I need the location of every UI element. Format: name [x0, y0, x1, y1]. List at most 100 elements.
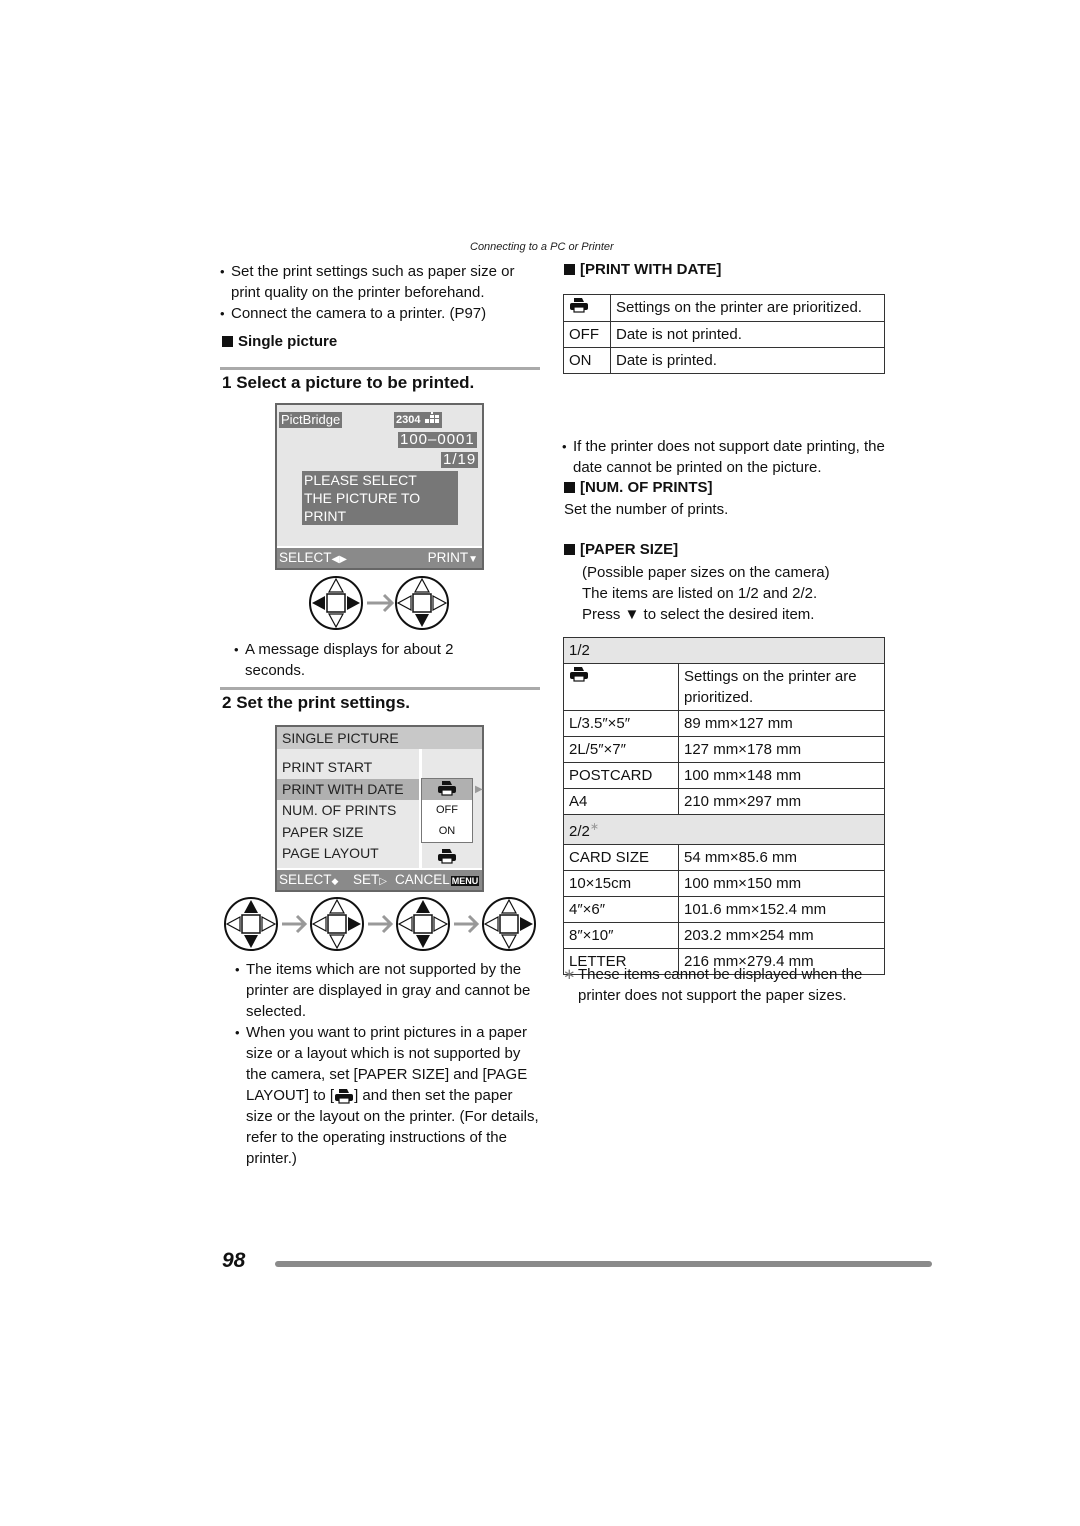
print-label: PRINT [427, 550, 469, 565]
select-label: SELECT [279, 872, 332, 887]
menu-item-page-layout[interactable]: PAGE LAYOUT [277, 843, 419, 865]
paper-size-description: (Possible paper sizes on the camera) The… [582, 562, 882, 625]
heading-text: [PRINT WITH DATE] [580, 261, 722, 278]
lcd-menu-list: PRINT START PRINT WITH DATE NUM. OF PRIN… [277, 757, 419, 865]
table-cell-key [563, 663, 679, 711]
up-down-arrows-icon: ◆ [331, 876, 339, 886]
pictbridge-label: PictBridge [279, 412, 343, 428]
menu-item-paper-size[interactable]: PAPER SIZE [277, 822, 419, 844]
image-size-icon [424, 412, 439, 423]
menu-button-badge: MENU [450, 876, 480, 886]
table-cell-value: Date is printed. [610, 347, 885, 374]
subhead-text: Single picture [238, 333, 338, 350]
divider [220, 687, 540, 690]
lcd-bottom-bar: SELECT◆ SET▷ CANCEL MENU [277, 868, 482, 890]
control-pad-down-icon [395, 576, 449, 630]
option-on[interactable]: ON [422, 821, 472, 842]
footer-rule [275, 1261, 932, 1267]
print-with-date-table: Settings on the printer are prioritized.… [563, 294, 885, 374]
table-page-row: 2/2∗ [563, 814, 885, 845]
asterisk-mark: ∗ [563, 966, 576, 983]
intro-bullets: Set the print settings such as paper siz… [220, 261, 540, 324]
subhead-single-picture: Single picture [222, 333, 337, 350]
square-bullet-icon [564, 482, 575, 493]
cancel-hint: CANCEL MENU [395, 870, 480, 891]
table-cell-value: Settings on the printer are prioritized. [610, 294, 885, 322]
table-cell-value: 210 mm×297 mm [678, 788, 885, 815]
print-with-date-note: If the printer does not support date pri… [562, 436, 893, 478]
table-row: 4″×6″ 101.6 mm×152.4 mm [563, 896, 885, 923]
heading-text: [PAPER SIZE] [580, 541, 679, 558]
step-text: Select a picture to be printed. [236, 373, 475, 392]
table-row: 10×15cm 100 mm×150 mm [563, 870, 885, 897]
option-dropdown: OFF ON [421, 778, 473, 843]
asterisk-mark: ∗ [589, 821, 600, 833]
resolution-badge: 2304 [394, 412, 442, 428]
step-text: Set the print settings. [236, 693, 410, 712]
right-arrow-icon: ▷ [379, 876, 387, 887]
num-of-prints-text: Set the number of prints. [564, 501, 729, 518]
message-line: PLEASE SELECT [304, 472, 417, 488]
table-cell-value: 100 mm×148 mm [678, 762, 885, 789]
square-bullet-icon [564, 544, 575, 555]
menu-item-print-with-date[interactable]: PRINT WITH DATE [277, 778, 419, 800]
table-row: Settings on the printer are prioritized. [563, 663, 885, 711]
table-row: A4 210 mm×297 mm [563, 788, 885, 815]
picture-counter: 1/19 [441, 451, 479, 468]
page-label: 2/2∗ [563, 814, 885, 845]
bullet-item: Set the print settings such as paper siz… [220, 261, 540, 303]
lcd-screen-print-settings: SINGLE PICTURE PRINT START PRINT WITH DA… [275, 725, 484, 892]
step-1-title: 1 Select a picture to be printed. [222, 373, 474, 393]
footnote-text: These items cannot be displayed when the… [578, 966, 863, 1004]
table-row: 8″×10″ 203.2 mm×254 mm [563, 922, 885, 949]
step-number: 2 [222, 693, 232, 712]
arrow-right-icon [368, 914, 394, 934]
set-hint: SET▷ [353, 870, 387, 892]
menu-item-print-start[interactable]: PRINT START [277, 757, 419, 779]
control-pad-right-icon [482, 897, 536, 951]
printer-icon [438, 849, 456, 864]
table-row: L/3.5″×5″ 89 mm×127 mm [563, 710, 885, 737]
table-cell-key: 8″×10″ [563, 922, 679, 949]
heading-text: [NUM. OF PRINTS] [580, 479, 713, 496]
set-label: SET [353, 872, 380, 887]
heading-print-with-date: [PRINT WITH DATE] [564, 261, 721, 278]
control-pad-left-right-icon [309, 576, 363, 630]
table-cell-key: 4″×6″ [563, 896, 679, 923]
table-row: OFF Date is not printed. [563, 321, 885, 348]
step2-bullets: The items which are not supported by the… [235, 959, 540, 1169]
control-pad-sequence-2 [224, 897, 536, 951]
lcd-menu-title: SINGLE PICTURE [277, 727, 482, 749]
lcd-bottom-bar: SELECT◀▶ PRINT▼ [277, 546, 482, 568]
option-off[interactable]: OFF [422, 800, 472, 821]
bullet-item: The items which are not supported by the… [235, 959, 540, 1022]
table-cell-key: ON [563, 347, 611, 374]
description-text: Press [582, 606, 621, 623]
table-cell-value: Settings on the printer are prioritized. [678, 663, 885, 711]
option-printer[interactable] [422, 779, 472, 800]
heading-paper-size: [PAPER SIZE] [564, 541, 678, 558]
table-row: 2L/5″×7″ 127 mm×178 mm [563, 736, 885, 763]
description-line: (Possible paper sizes on the camera) [582, 564, 830, 581]
heading-num-of-prints: [NUM. OF PRINTS] [564, 479, 713, 496]
step-2-title: 2 Set the print settings. [222, 693, 410, 713]
paper-size-footnote: ∗ These items cannot be displayed when t… [563, 964, 883, 1006]
description-line: Press ▼ to select the desired item. [582, 604, 882, 625]
step1-note: A message displays for about 2 seconds. [234, 639, 490, 681]
select-label: SELECT [279, 550, 332, 565]
printer-icon [335, 1089, 354, 1104]
table-cell-key: OFF [563, 321, 611, 348]
control-pad-up-down-icon [396, 897, 450, 951]
divider [220, 367, 540, 370]
arrow-right-icon [282, 914, 308, 934]
cancel-label: CANCEL [395, 872, 450, 887]
table-cell-key [563, 294, 611, 322]
table-cell-value: 89 mm×127 mm [678, 710, 885, 737]
square-bullet-icon [222, 336, 233, 347]
section-header: Connecting to a PC or Printer [470, 241, 614, 253]
table-cell-value: 54 mm×85.6 mm [678, 844, 885, 871]
table-cell-key: CARD SIZE [563, 844, 679, 871]
down-triangle-icon: ▼ [624, 606, 640, 623]
square-bullet-icon [564, 264, 575, 275]
menu-item-num-of-prints[interactable]: NUM. OF PRINTS [277, 800, 419, 822]
